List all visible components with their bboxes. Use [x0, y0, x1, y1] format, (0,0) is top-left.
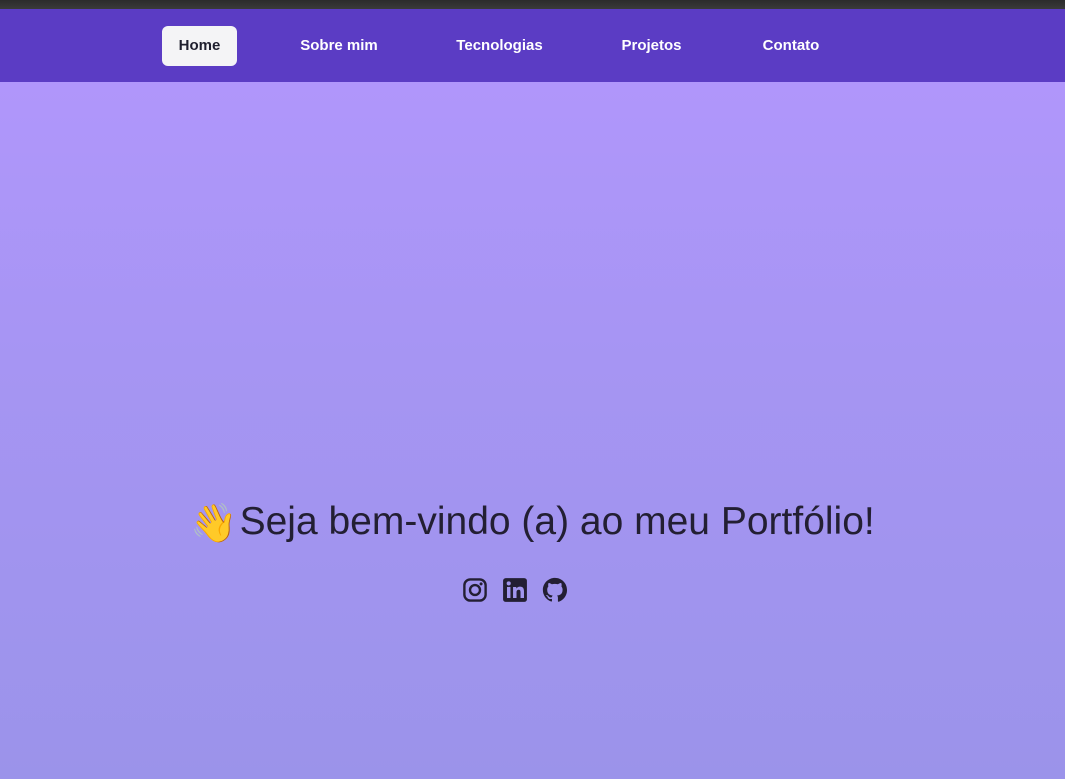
- waving-hand-icon: 👋: [190, 503, 238, 545]
- welcome-heading: 👋Seja bem-vindo (a) ao meu Portfólio!: [0, 500, 1065, 546]
- nav-home[interactable]: Home: [162, 26, 237, 66]
- browser-top-strip: [0, 0, 1065, 9]
- welcome-text: Seja bem-vindo (a) ao meu Portfólio!: [239, 500, 875, 543]
- top-navbar: Home Sobre mim Tecnologias Projetos Cont…: [0, 9, 1065, 82]
- social-links: [462, 577, 572, 607]
- linkedin-icon[interactable]: [502, 577, 528, 603]
- hero-section: 👋Seja bem-vindo (a) ao meu Portfólio!: [0, 82, 1065, 779]
- instagram-icon[interactable]: [462, 577, 488, 603]
- nav-tecnologias[interactable]: Tecnologias: [447, 26, 552, 66]
- nav-projetos[interactable]: Projetos: [610, 26, 693, 66]
- nav-contato[interactable]: Contato: [750, 26, 832, 66]
- nav-sobre-mim[interactable]: Sobre mim: [290, 26, 388, 66]
- github-icon[interactable]: [542, 577, 568, 603]
